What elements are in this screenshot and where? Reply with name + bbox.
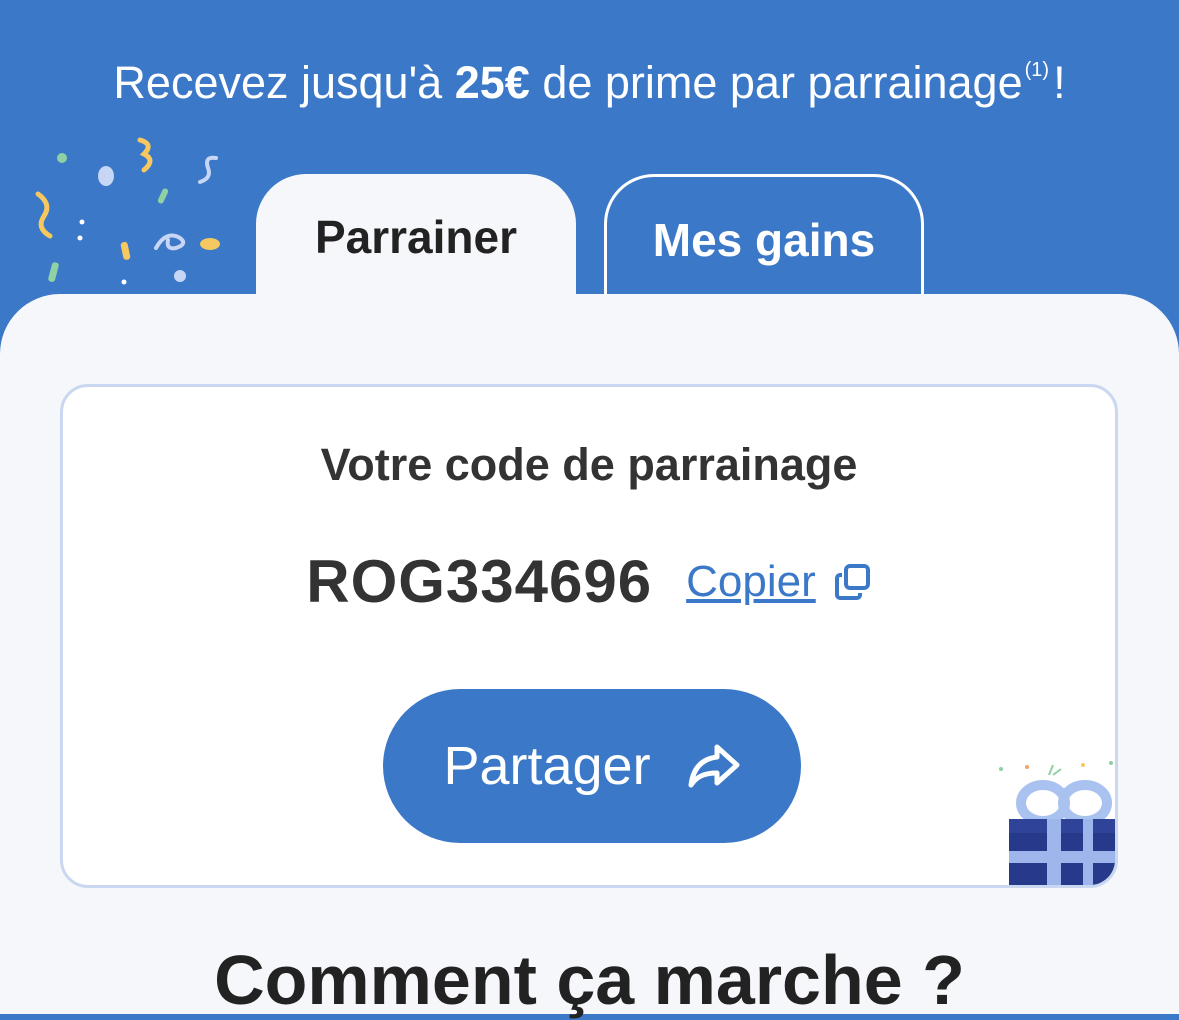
- tab-parrainer[interactable]: Parrainer: [256, 174, 576, 304]
- tab-mes-gains-label: Mes gains: [652, 214, 876, 266]
- banner-suffix: !: [1053, 57, 1066, 108]
- copy-label: Copier: [686, 556, 816, 606]
- banner-prefix: Recevez jusqu'à: [113, 57, 443, 108]
- card-title: Votre code de parrainage: [320, 439, 858, 490]
- share-arrow-icon: [688, 744, 740, 788]
- referral-code-card: Votre code de parrainage ROG334696 Copie…: [60, 384, 1118, 888]
- code-row: ROG334696 Copier: [63, 547, 1115, 616]
- tab-parrainer-label: Parrainer: [314, 211, 517, 263]
- banner-middle: de prime par parrainage: [542, 57, 1023, 108]
- tab-mes-gains[interactable]: Mes gains: [604, 174, 924, 304]
- promo-banner: Recevez jusqu'à 25€ de prime par parrain…: [0, 40, 1179, 113]
- banner-footnote[interactable]: (1): [1025, 59, 1049, 81]
- share-label: Partager: [443, 736, 651, 796]
- confetti-illustration: [35, 137, 220, 285]
- copy-button[interactable]: Copier: [686, 557, 872, 607]
- gift-illustration: [999, 761, 1115, 885]
- share-button[interactable]: Partager: [383, 689, 801, 843]
- banner-amount: 25€: [454, 57, 530, 108]
- copy-icon: [834, 563, 870, 600]
- how-it-works-heading: Comment ça marche ?: [214, 941, 965, 1019]
- referral-code: ROG334696: [306, 548, 653, 615]
